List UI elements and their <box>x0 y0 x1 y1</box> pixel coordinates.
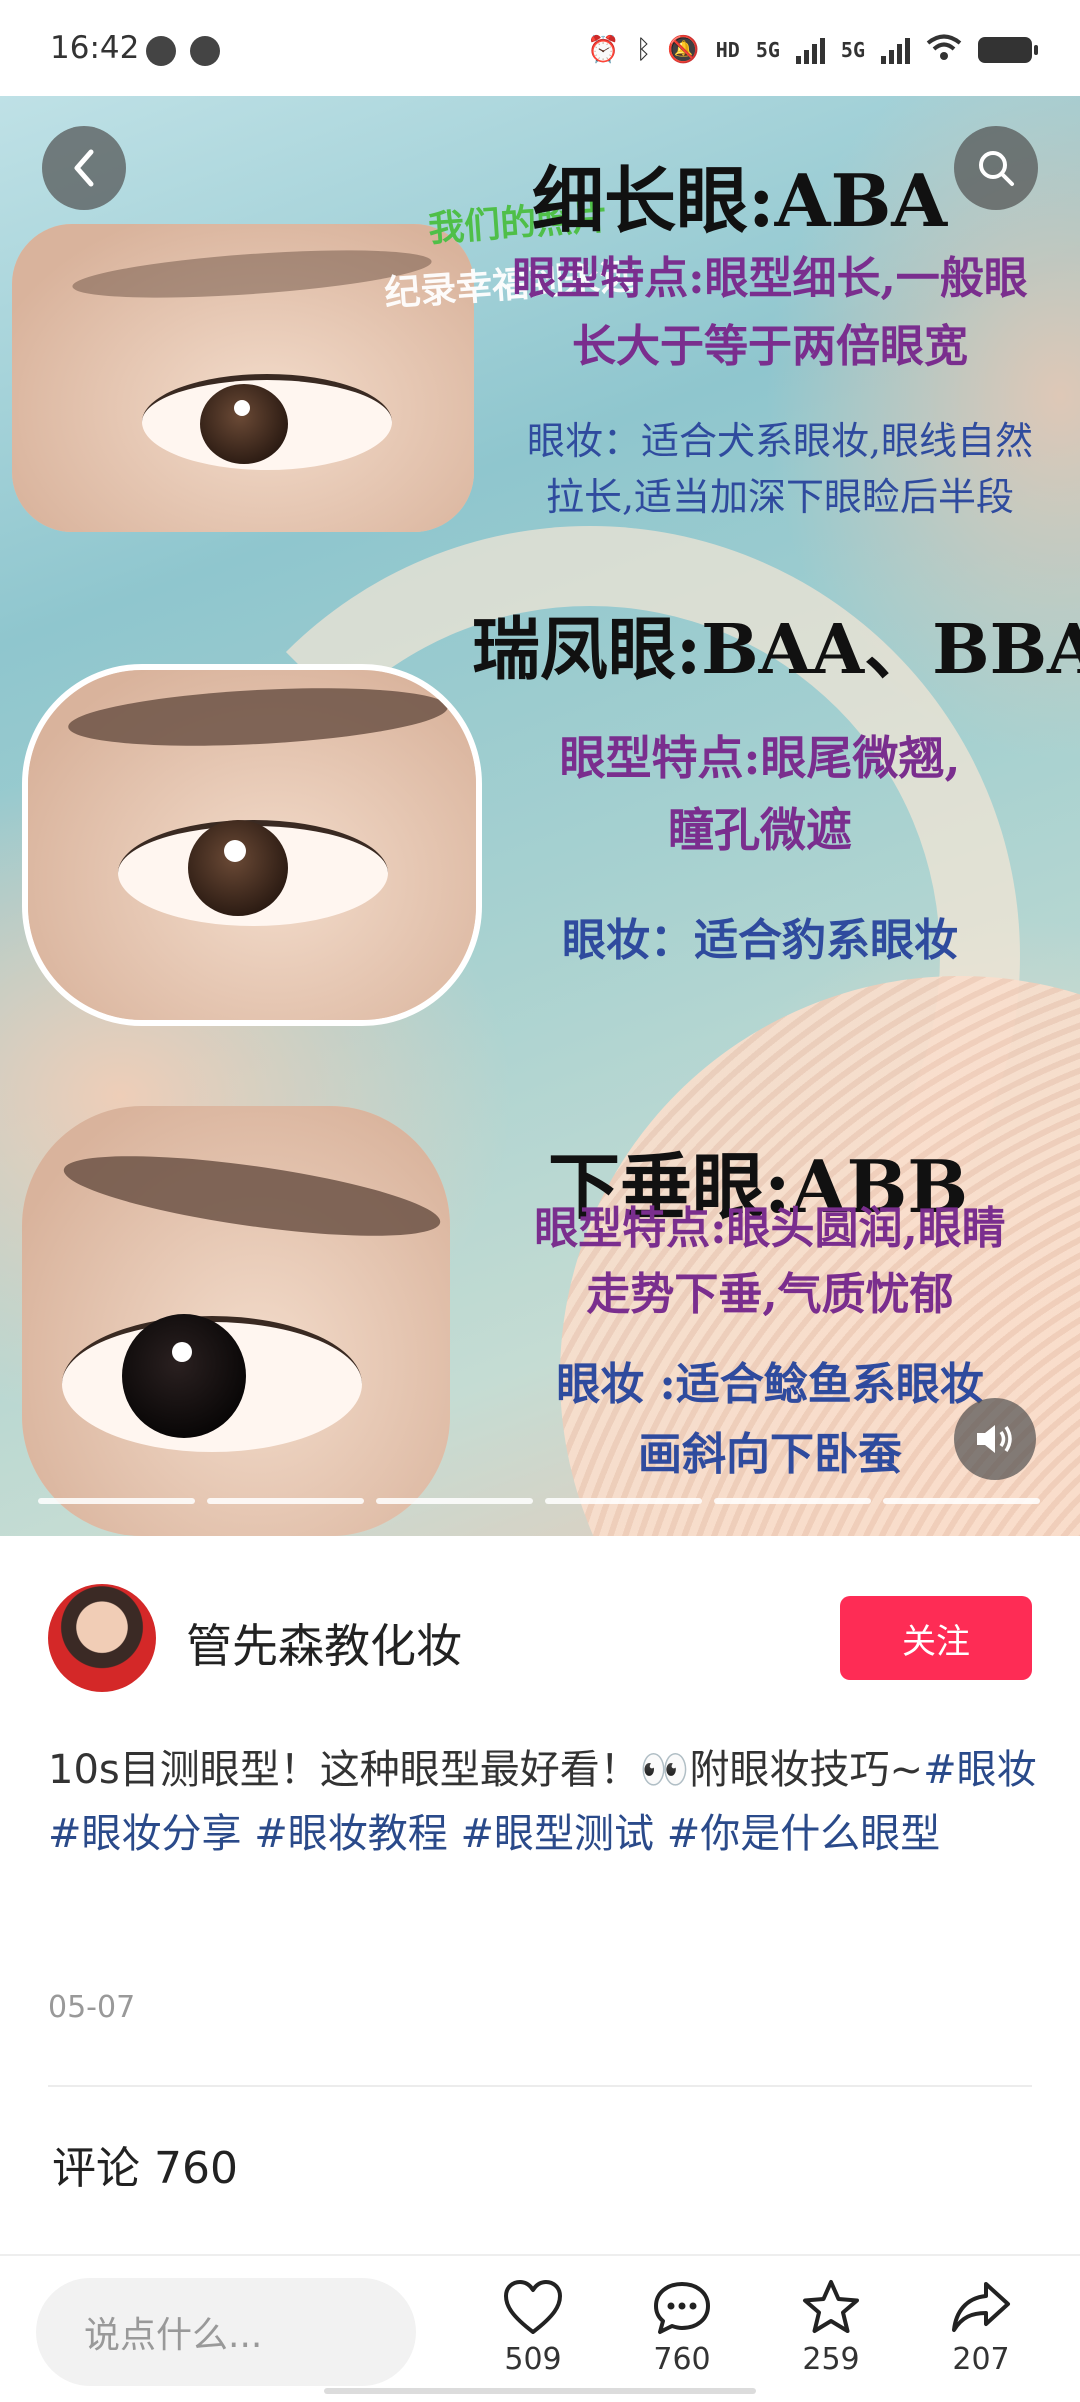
eye-photo-droopy <box>22 1106 450 1536</box>
favorite-button[interactable]: 259 <box>776 2278 886 2377</box>
feature-text: 眼型特点:眼型细长,一般眼 <box>512 253 1028 304</box>
slide-dot <box>545 1498 702 1504</box>
slide-dot <box>207 1498 364 1504</box>
status-bar: 16:42 ⏰ ᛒ 🔕 HD 5G 5G <box>0 0 1080 96</box>
star-icon <box>803 2280 859 2333</box>
divider <box>48 2085 1032 2087</box>
hashtag[interactable]: #眼妆教程 <box>254 1811 448 1857</box>
slide-dot <box>883 1498 1040 1504</box>
comments-header: 评论 760 <box>52 2143 238 2194</box>
hashtag[interactable]: #眼型测试 <box>460 1811 654 1857</box>
signal-icon <box>795 36 825 64</box>
network-5g-label: 5G <box>755 38 780 62</box>
bluetooth-icon: ᛒ <box>635 35 652 65</box>
post-image[interactable]: 我们的照片 纪录幸福到永远 细长眼:ABA 眼型特点:眼型细长,一般眼 长大于等… <box>0 96 1080 1536</box>
description-text: 10s目测眼型！这种眼型最好看！👀附眼妆技巧~ <box>48 1747 924 1793</box>
wifi-icon <box>926 34 962 66</box>
hashtag[interactable]: #眼妆 <box>923 1747 1037 1793</box>
share-arrow-icon <box>952 2282 1010 2332</box>
chat-bubble-icon <box>654 2282 710 2334</box>
feature-text: 走势下垂,气质忧郁 <box>586 1269 954 1320</box>
comment-input[interactable]: 说点什么... <box>36 2278 416 2386</box>
like-count: 509 <box>504 2342 562 2377</box>
share-count: 207 <box>952 2342 1010 2377</box>
signal-icon <box>881 36 910 64</box>
section-title: 细长眼:ABA <box>532 158 948 243</box>
battery-icon <box>978 37 1038 63</box>
search-button[interactable] <box>954 126 1038 210</box>
follow-button[interactable]: 关注 <box>840 1596 1032 1680</box>
avatar[interactable] <box>48 1584 156 1692</box>
wechat-notification-icon <box>190 36 220 66</box>
hashtag[interactable]: #眼妆分享 <box>48 1811 242 1857</box>
post-description: 10s目测眼型！这种眼型最好看！👀附眼妆技巧~#眼妆 #眼妆分享 #眼妆教程 #… <box>48 1738 1038 1866</box>
slide-dot <box>38 1498 195 1504</box>
hd-icon: HD <box>715 38 740 62</box>
alarm-icon: ⏰ <box>587 35 620 65</box>
search-icon <box>979 151 1014 186</box>
back-button[interactable] <box>42 126 126 210</box>
heart-icon <box>504 2280 562 2334</box>
feature-text: 瞳孔微遮 <box>668 803 852 857</box>
sound-button[interactable] <box>954 1398 1036 1480</box>
hashtag[interactable]: #你是什么眼型 <box>667 1811 941 1857</box>
makeup-text: 眼妆 :适合鲶鱼系眼妆 <box>556 1359 984 1410</box>
chevron-left-icon <box>74 149 94 187</box>
slide-indicator <box>38 1498 1040 1504</box>
speaker-icon <box>977 1425 1012 1453</box>
makeup-text: 眼妆：适合犬系眼妆,眼线自然 <box>526 419 1034 463</box>
comment-button[interactable]: 760 <box>627 2278 737 2377</box>
like-button[interactable]: 509 <box>478 2278 588 2377</box>
makeup-text: 拉长,适当加深下眼睑后半段 <box>545 475 1015 519</box>
makeup-text: 眼妆：适合豹系眼妆 <box>562 915 958 966</box>
bottom-action-bar: 说点什么... 509 760 259 207 <box>0 2254 1080 2402</box>
slide-dot <box>714 1498 871 1504</box>
slide-dot <box>376 1498 533 1504</box>
section-title: 瑞凤眼:BAA、BBA <box>472 610 1080 690</box>
feature-text: 眼型特点:眼尾微翘, <box>559 731 961 785</box>
feature-text: 长大于等于两倍眼宽 <box>572 321 968 372</box>
author-name[interactable]: 管先森教化妆 <box>186 1610 462 1676</box>
mute-icon: 🔕 <box>667 35 700 65</box>
network-5g-label: 5G <box>840 38 865 62</box>
eye-photo-phoenix <box>22 664 482 1026</box>
share-button[interactable]: 207 <box>926 2278 1036 2377</box>
status-time: 16:42 <box>50 30 140 66</box>
favorite-count: 259 <box>802 2342 860 2377</box>
browser-notification-icon <box>146 36 176 66</box>
post-date: 05-07 <box>48 1990 136 2025</box>
feature-text: 眼型特点:眼头圆润,眼睛 <box>534 1203 1006 1254</box>
home-indicator <box>324 2388 756 2394</box>
comment-count: 760 <box>653 2342 711 2377</box>
